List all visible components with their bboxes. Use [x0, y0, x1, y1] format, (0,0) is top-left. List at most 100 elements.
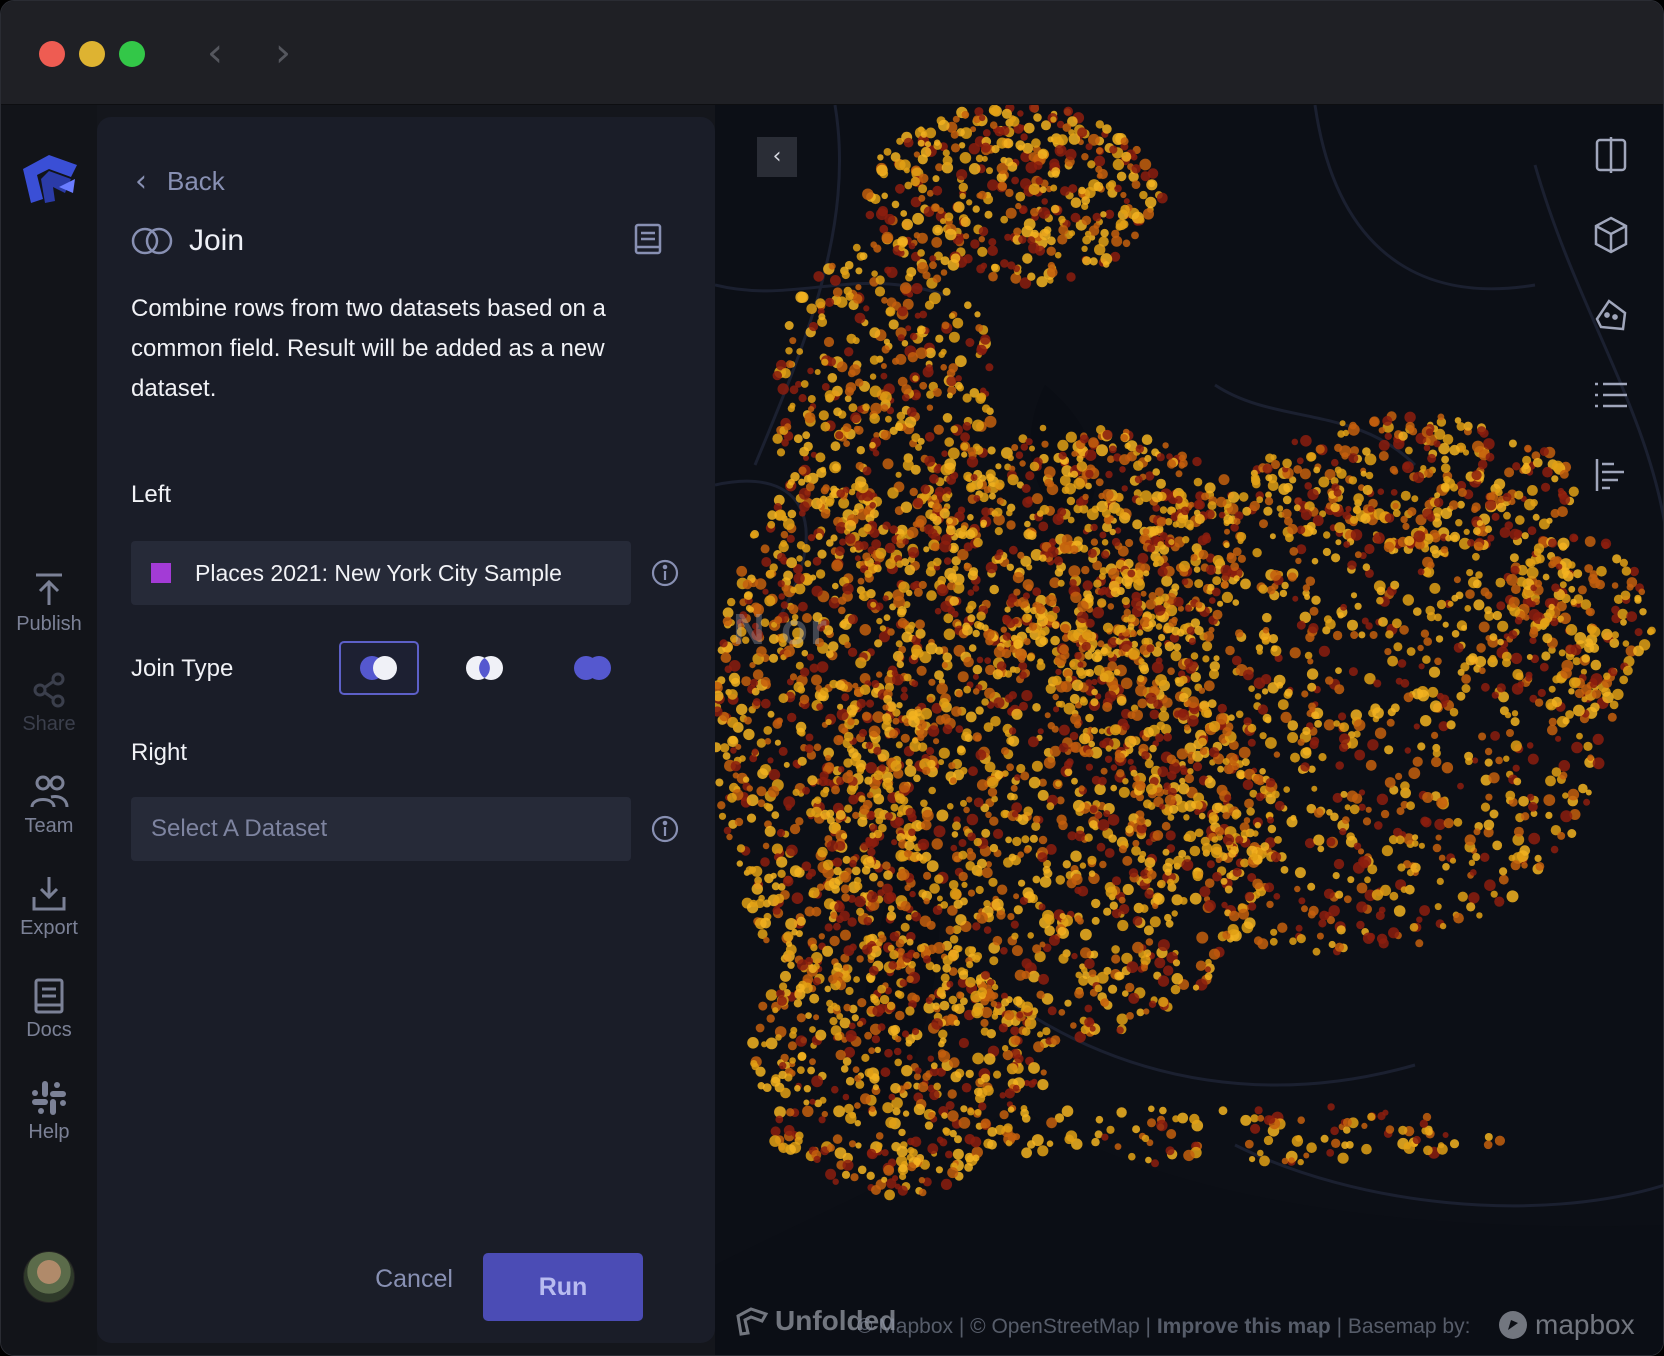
place-point[interactable]: [1521, 862, 1528, 869]
place-point[interactable]: [1412, 756, 1423, 767]
place-point[interactable]: [857, 816, 868, 828]
place-point[interactable]: [1131, 164, 1141, 174]
place-point[interactable]: [755, 1023, 765, 1033]
place-point[interactable]: [883, 614, 891, 621]
place-point[interactable]: [1155, 623, 1163, 630]
place-point[interactable]: [943, 628, 956, 641]
place-point[interactable]: [1031, 493, 1043, 505]
place-point[interactable]: [967, 514, 974, 521]
place-point[interactable]: [1017, 851, 1024, 858]
place-point[interactable]: [1120, 191, 1127, 199]
place-point[interactable]: [1169, 804, 1179, 814]
place-point[interactable]: [946, 376, 957, 387]
place-point[interactable]: [839, 910, 850, 922]
place-point[interactable]: [1015, 202, 1022, 210]
place-point[interactable]: [1512, 462, 1521, 471]
place-point[interactable]: [1085, 469, 1094, 479]
place-point[interactable]: [795, 817, 804, 826]
place-point[interactable]: [1139, 616, 1151, 628]
place-point[interactable]: [778, 593, 785, 600]
place-point[interactable]: [1390, 580, 1400, 590]
place-point[interactable]: [1528, 832, 1541, 845]
place-point[interactable]: [1140, 590, 1147, 597]
place-point[interactable]: [1028, 736, 1039, 748]
place-point[interactable]: [838, 606, 846, 615]
place-point[interactable]: [875, 1132, 884, 1140]
place-point[interactable]: [1434, 497, 1444, 508]
place-point[interactable]: [900, 900, 911, 912]
place-point[interactable]: [1436, 797, 1448, 809]
place-point[interactable]: [931, 838, 943, 850]
place-point[interactable]: [983, 722, 994, 732]
place-point[interactable]: [917, 437, 925, 445]
place-point[interactable]: [911, 644, 922, 656]
place-point[interactable]: [855, 378, 864, 387]
place-point[interactable]: [1233, 518, 1241, 525]
place-point[interactable]: [856, 698, 866, 709]
place-point[interactable]: [1476, 912, 1483, 919]
place-point[interactable]: [1000, 215, 1009, 224]
place-point[interactable]: [1224, 885, 1233, 894]
place-point[interactable]: [761, 1041, 768, 1048]
place-point[interactable]: [936, 682, 948, 695]
place-point[interactable]: [761, 557, 772, 567]
place-point[interactable]: [952, 565, 959, 572]
place-point[interactable]: [985, 363, 994, 372]
place-point[interactable]: [912, 375, 919, 382]
place-point[interactable]: [1287, 720, 1299, 731]
place-point[interactable]: [772, 433, 783, 444]
place-point[interactable]: [916, 232, 928, 244]
place-point[interactable]: [1189, 845, 1201, 857]
place-point[interactable]: [926, 860, 939, 872]
place-point[interactable]: [735, 743, 742, 750]
place-point[interactable]: [1100, 586, 1109, 595]
place-point[interactable]: [1551, 767, 1562, 777]
place-point[interactable]: [1143, 799, 1152, 809]
place-point[interactable]: [1468, 859, 1476, 866]
place-point[interactable]: [997, 181, 1007, 191]
place-point[interactable]: [947, 803, 954, 810]
place-point[interactable]: [844, 347, 854, 357]
place-point[interactable]: [838, 596, 847, 605]
place-point[interactable]: [1271, 790, 1280, 799]
place-point[interactable]: [941, 321, 950, 330]
place-point[interactable]: [1154, 604, 1166, 616]
place-point[interactable]: [1088, 870, 1096, 877]
place-point[interactable]: [1312, 947, 1321, 956]
place-point[interactable]: [1431, 731, 1439, 740]
place-point[interactable]: [1392, 502, 1399, 510]
place-point[interactable]: [1221, 901, 1228, 909]
place-point[interactable]: [762, 842, 770, 850]
place-point[interactable]: [1125, 825, 1134, 834]
place-point[interactable]: [924, 141, 932, 148]
place-point[interactable]: [955, 725, 964, 733]
rail-help[interactable]: Help: [1, 1079, 97, 1163]
place-point[interactable]: [1070, 591, 1082, 603]
rail-team[interactable]: Team: [1, 773, 97, 857]
place-point[interactable]: [1071, 777, 1078, 785]
place-point[interactable]: [1178, 783, 1190, 795]
place-point[interactable]: [991, 898, 1004, 911]
place-point[interactable]: [1057, 439, 1069, 451]
place-point[interactable]: [1442, 863, 1450, 871]
place-point[interactable]: [1273, 893, 1281, 900]
place-point[interactable]: [1085, 749, 1094, 758]
place-point[interactable]: [833, 1105, 845, 1118]
place-point[interactable]: [965, 1069, 974, 1079]
place-point[interactable]: [1176, 748, 1188, 760]
place-point[interactable]: [1002, 770, 1009, 777]
place-point[interactable]: [1271, 645, 1278, 652]
place-point[interactable]: [1527, 485, 1538, 496]
place-point[interactable]: [813, 743, 822, 752]
place-point[interactable]: [896, 560, 904, 568]
place-point[interactable]: [1165, 830, 1176, 841]
place-point[interactable]: [901, 393, 910, 402]
place-point[interactable]: [1328, 940, 1336, 949]
place-point[interactable]: [1017, 110, 1024, 117]
place-point[interactable]: [1028, 1062, 1040, 1074]
place-point[interactable]: [848, 403, 858, 412]
place-point[interactable]: [801, 544, 811, 553]
place-point[interactable]: [1034, 245, 1046, 256]
place-point[interactable]: [1440, 507, 1453, 520]
place-point[interactable]: [855, 1142, 862, 1149]
